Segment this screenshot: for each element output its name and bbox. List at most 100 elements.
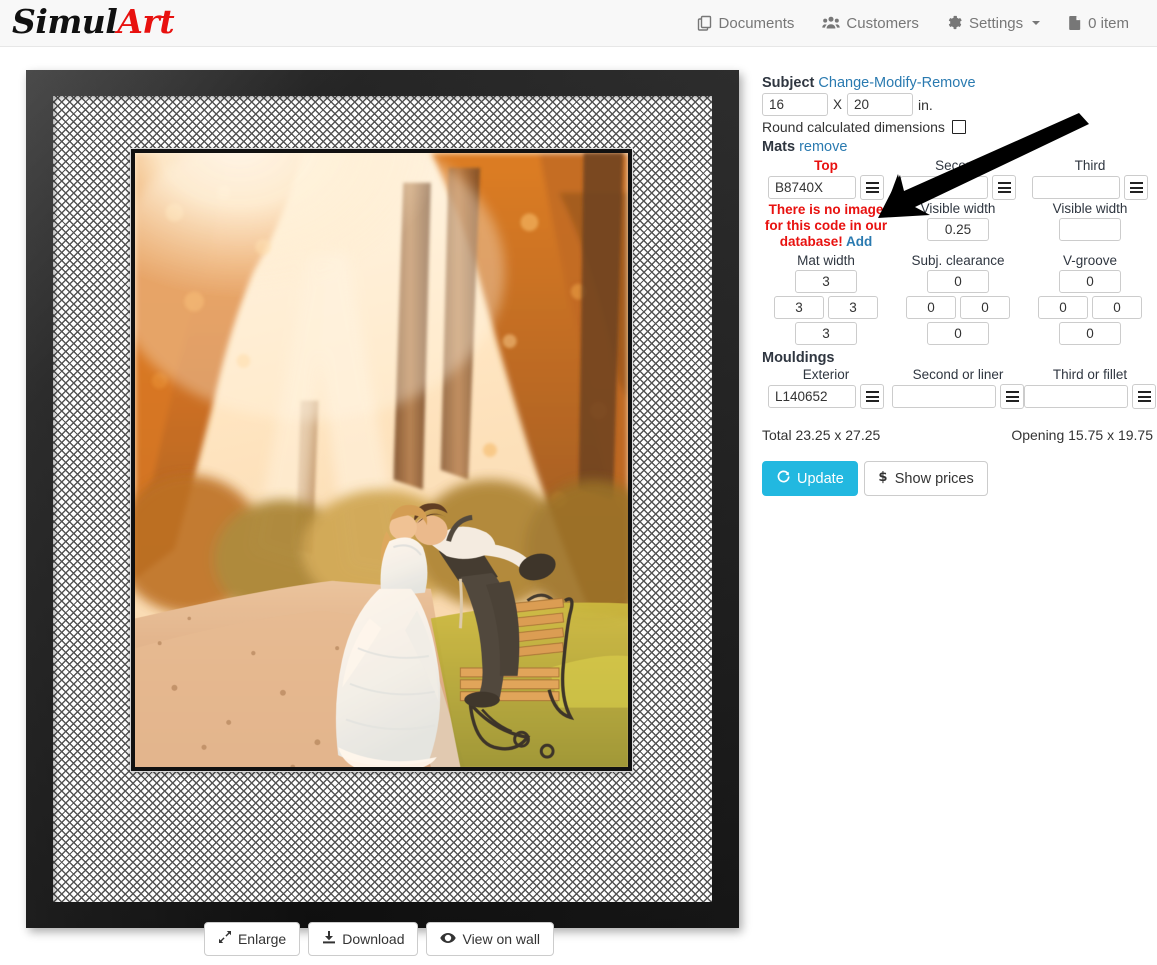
subject-title: Subject — [762, 75, 815, 91]
download-button[interactable]: Download — [308, 922, 419, 956]
moulding-third-header: Third or fillet — [1052, 367, 1128, 382]
total-size-text: Total 23.25 x 27.25 — [762, 427, 881, 443]
mat-code-error-line-2: for this code in our — [764, 218, 888, 233]
moulding-column-headers: Exterior Second or liner Third or fillet — [760, 366, 1157, 384]
show-prices-button[interactable]: $ Show prices — [863, 461, 988, 496]
mat-second-code-input[interactable] — [900, 176, 988, 199]
mat-width-label: Mat width — [797, 253, 855, 268]
preview-actions: Enlarge Download View on wall — [0, 922, 758, 956]
subject-modify-link[interactable]: Modify — [874, 75, 917, 91]
clearance-top-input[interactable] — [927, 270, 989, 293]
mat-third-visible-width-label: Visible width — [1052, 201, 1128, 216]
view-on-wall-button[interactable]: View on wall — [426, 922, 555, 956]
mat-code-error-line-3: database! — [779, 234, 843, 249]
mat-code-error-line-1: There is no image — [768, 202, 884, 217]
vgroove-right-input[interactable] — [1092, 296, 1142, 319]
moulding-second-header: Second or liner — [912, 367, 1004, 382]
nav-item-documents[interactable]: Documents — [683, 0, 809, 46]
mat-second-browse-button[interactable] — [992, 175, 1016, 200]
round-dimensions-label: Round calculated dimensions — [762, 119, 945, 135]
mats-header-row: Mats remove — [762, 139, 847, 155]
documents-icon — [697, 15, 713, 31]
vgroove-top-input[interactable] — [1059, 270, 1121, 293]
subject-clearance-label: Subj. clearance — [911, 253, 1005, 268]
mat-measurements-row: Mat width Subj. clearance — [760, 252, 1157, 345]
mat-third-code-input[interactable] — [1032, 176, 1120, 199]
svg-text:$: $ — [878, 470, 887, 484]
vgroove-label: V-groove — [1062, 253, 1118, 268]
mat-second-visible-width-input[interactable] — [927, 218, 989, 241]
moulding-code-row — [760, 384, 1157, 409]
nav-item-customers[interactable]: Customers — [808, 0, 933, 46]
artwork-container — [131, 149, 632, 771]
moulding-second-input[interactable] — [892, 385, 996, 408]
mat-width-top-input[interactable] — [795, 270, 857, 293]
mat-code-row — [760, 175, 1157, 200]
vgroove-bottom-input[interactable] — [1059, 322, 1121, 345]
dollar-icon: $ — [878, 469, 889, 488]
mat-code-add-link[interactable]: Add — [846, 234, 872, 249]
update-button-label: Update — [797, 470, 844, 487]
subject-remove-link[interactable]: Remove — [922, 75, 976, 91]
clearance-left-input[interactable] — [906, 296, 956, 319]
nav-item-cart[interactable]: 0 item — [1054, 0, 1143, 46]
round-dimensions-row: Round calculated dimensions — [762, 119, 966, 135]
moulding-third-browse-button[interactable] — [1132, 384, 1156, 409]
nav-item-cart-label: 0 item — [1088, 14, 1129, 32]
chevron-down-icon — [1032, 21, 1041, 25]
mats-title: Mats — [762, 139, 796, 155]
moulding-third-input[interactable] — [1024, 385, 1128, 408]
file-icon — [1068, 15, 1082, 31]
top-navbar: SimulArt Documents Customers Settings 0 … — [0, 0, 1157, 47]
show-prices-button-label: Show prices — [894, 470, 974, 487]
eye-icon — [440, 931, 457, 948]
enlarge-button-label: Enlarge — [237, 930, 287, 947]
mat-second-header: Second — [935, 158, 981, 173]
moulding-exterior-header: Exterior — [802, 367, 850, 382]
configuration-panel: Subject Change-Modify-Remove X in. Round… — [760, 47, 1157, 965]
mat-third-browse-button[interactable] — [1124, 175, 1148, 200]
enlarge-button[interactable]: Enlarge — [203, 922, 301, 956]
logo-text-second: Art — [117, 2, 175, 41]
subject-height-input[interactable] — [847, 93, 914, 116]
app-logo[interactable]: SimulArt — [12, 2, 175, 41]
mat-top-browse-button[interactable] — [860, 175, 884, 200]
mats-remove-link[interactable]: remove — [799, 139, 847, 155]
clearance-right-input[interactable] — [960, 296, 1010, 319]
logo-text-first: Simul — [12, 2, 118, 41]
artwork-image — [135, 153, 628, 767]
mat-width-right-input[interactable] — [828, 296, 878, 319]
nav-links: Documents Customers Settings 0 item — [683, 0, 1143, 46]
nav-item-settings[interactable]: Settings — [933, 0, 1054, 46]
frame-preview-area: Enlarge Download View on wall — [0, 47, 758, 965]
dimension-separator: X — [833, 97, 843, 112]
mat-width-bottom-input[interactable] — [795, 322, 857, 345]
vgroove-left-input[interactable] — [1038, 296, 1088, 319]
mat-second-visible-width-label: Visible width — [920, 201, 996, 216]
expand-icon — [218, 930, 232, 948]
opening-size-text: Opening 15.75 x 19.75 — [1011, 427, 1153, 443]
mat-code-error-message: There is no image for this code in our d… — [760, 200, 892, 250]
customers-icon — [822, 15, 841, 31]
mat-top-header: Top — [814, 158, 838, 173]
nav-item-settings-label: Settings — [968, 14, 1024, 32]
subject-width-input[interactable] — [762, 93, 828, 116]
moulding-exterior-browse-button[interactable] — [860, 384, 884, 409]
moulding-exterior-input[interactable] — [768, 385, 856, 408]
mat-third-visible-width-input[interactable] — [1059, 218, 1121, 241]
mat-third-header: Third — [1074, 158, 1106, 173]
clearance-bottom-input[interactable] — [927, 322, 989, 345]
action-buttons-row: Update $ Show prices — [760, 443, 1157, 496]
subject-change-link[interactable]: Change — [818, 75, 869, 91]
gear-icon — [947, 15, 963, 31]
mats-grid: Top Second Third B8740X There is no imag… — [760, 157, 1157, 496]
mouldings-title: Mouldings — [762, 350, 835, 366]
mouldings-title-row: Mouldings — [760, 345, 1157, 366]
mat-width-left-input[interactable] — [774, 296, 824, 319]
dimension-unit-label: in. — [918, 96, 933, 113]
mat-top-code-input[interactable] — [768, 176, 856, 199]
subject-row: Subject Change-Modify-Remove — [762, 75, 976, 91]
update-button[interactable]: Update — [762, 461, 858, 496]
moulding-second-browse-button[interactable] — [1000, 384, 1024, 409]
round-dimensions-checkbox[interactable] — [951, 120, 966, 134]
